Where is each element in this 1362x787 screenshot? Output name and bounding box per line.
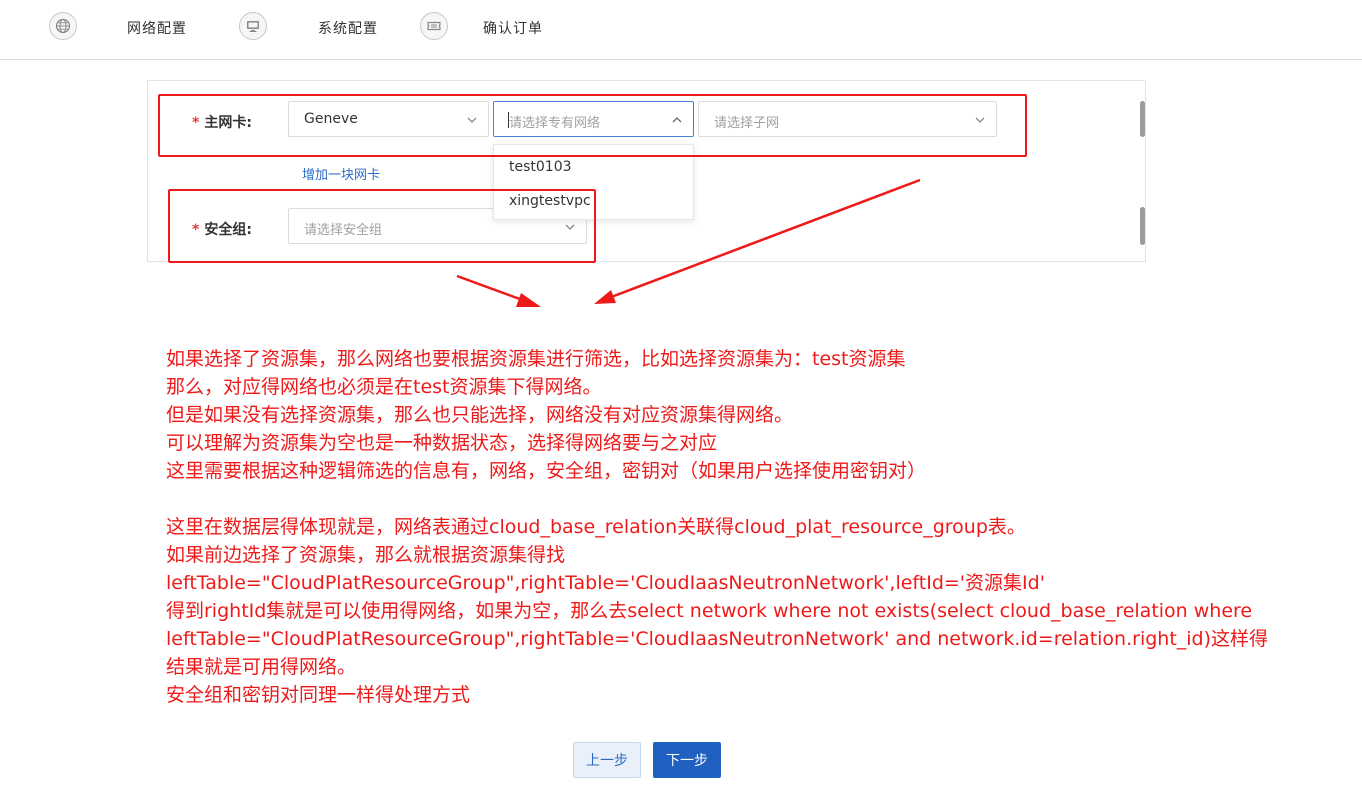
annotation-line: leftTable="CloudPlatResourceGroup",right… — [166, 572, 1045, 594]
annotation-line: 这里需要根据这种逻辑筛选的信息有，网络，安全组，密钥对（如果用户选择使用密钥对） — [166, 460, 927, 482]
next-step-button[interactable]: 下一步 — [653, 742, 721, 778]
annotation-box-nic — [158, 94, 1027, 157]
monitor-icon — [239, 12, 267, 40]
scrollbar-thumb-upper[interactable] — [1140, 101, 1145, 137]
annotation-line: 结果就是可用得网络。 — [166, 656, 357, 678]
annotation-line: 如果选择了资源集，那么网络也要根据资源集进行筛选，比如选择资源集为：test资源… — [166, 348, 906, 370]
scrollbar-thumb-lower[interactable] — [1140, 207, 1145, 245]
steps-bar: 网络配置 系统配置 确认订单 — [0, 0, 1362, 60]
annotation-line: 可以理解为资源集为空也是一种数据状态，选择得网络要与之对应 — [166, 432, 718, 454]
vpc-option[interactable]: test0103 — [509, 159, 572, 175]
prev-step-button[interactable]: 上一步 — [573, 742, 641, 778]
annotation-line: 安全组和密钥对同理一样得处理方式 — [166, 684, 471, 706]
annotation-line: 那么，对应得网络也必须是在test资源集下得网络。 — [166, 376, 602, 398]
globe-icon — [49, 12, 77, 40]
annotation-line: 这里在数据层得体现就是，网络表通过cloud_base_relation关联得c… — [166, 516, 1026, 538]
annotation-line: leftTable="CloudPlatResourceGroup",right… — [166, 628, 1269, 650]
annotation-line: 如果前边选择了资源集，那么就根据资源集得找 — [166, 544, 566, 566]
step-system-config[interactable]: 系统配置 — [318, 18, 378, 38]
step-confirm-order[interactable]: 确认订单 — [483, 18, 543, 38]
annotation-box-security-group — [168, 189, 596, 263]
annotation-line: 但是如果没有选择资源集，那么也只能选择，网络没有对应资源集得网络。 — [166, 404, 794, 426]
ticket-icon — [420, 12, 448, 40]
step-network-config[interactable]: 网络配置 — [127, 18, 187, 38]
arrow-left — [456, 274, 541, 307]
add-nic-link[interactable]: 增加一块网卡 — [302, 164, 380, 183]
annotation-line: 得到rightId集就是可以使用得网络，如果为空，那么去select netwo… — [166, 600, 1253, 622]
